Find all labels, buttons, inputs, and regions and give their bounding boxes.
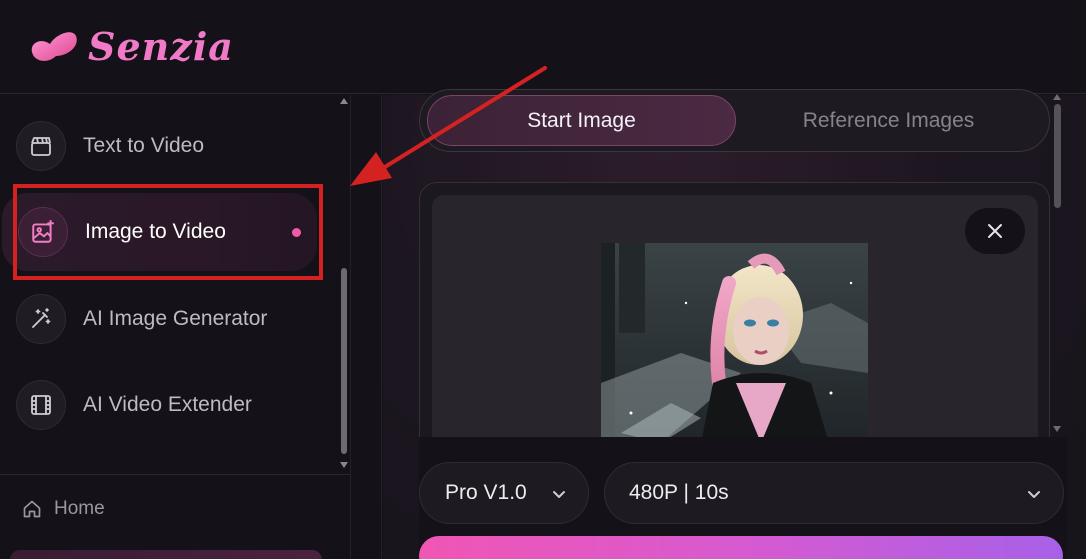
sidebar-item-label: AI Video Extender [83,393,252,416]
active-indicator-dot [292,227,301,237]
logo-mark-icon [31,32,77,61]
sidebar-item-image-to-video[interactable]: Image to Video [2,193,317,271]
generate-button[interactable] [419,536,1063,559]
home-label: Home [54,498,105,519]
home-icon [23,500,41,518]
sidebar-bottom-button[interactable] [10,550,322,559]
magic-wand-icon [16,294,66,344]
model-select[interactable]: Pro V1.0 [419,462,589,524]
sidebar-item-ai-video-extender[interactable]: AI Video Extender [0,365,318,445]
main-scroll-down-arrow[interactable] [1053,426,1061,432]
resolution-duration-value: 480P | 10s [629,481,729,504]
home-link[interactable]: Home [22,498,105,520]
remove-image-button[interactable] [965,208,1025,254]
sidebar-scrollbar-thumb[interactable] [341,268,347,454]
scroll-up-arrow[interactable] [340,98,348,104]
scroll-down-arrow[interactable] [340,462,348,468]
brand-logo[interactable]: Senzia [28,20,234,72]
sidebar-item-label: Text to Video [83,134,205,157]
chevron-down-icon [1028,491,1040,498]
main-scrollbar-thumb[interactable] [1054,104,1061,208]
image-mode-tabs: Start Image Reference Images [419,89,1050,152]
close-icon [988,224,1002,238]
sidebar-divider [0,474,351,475]
sidebar-item-label: Image to Video [85,220,226,243]
chevron-down-icon [553,491,565,498]
sidebar-item-text-to-video[interactable]: Text to Video [0,106,318,186]
uploaded-image-preview [601,243,868,443]
brand-name: Senzia [88,23,234,69]
app-header: Senzia [0,0,1086,94]
sidebar-item-ai-image-generator[interactable]: AI Image Generator [0,279,318,359]
model-select-value: Pro V1.0 [445,481,527,504]
clapperboard-icon [16,121,66,171]
layout-gutter [352,95,382,559]
resolution-duration-select[interactable]: 480P | 10s [604,462,1064,524]
sidebar-item-label: AI Image Generator [83,307,268,330]
tab-start-image[interactable]: Start Image [427,95,736,146]
main-scroll-up-arrow[interactable] [1053,94,1061,100]
film-strip-icon [16,380,66,430]
image-sparkle-icon [18,207,68,257]
tab-reference-images[interactable]: Reference Images [736,95,1041,146]
